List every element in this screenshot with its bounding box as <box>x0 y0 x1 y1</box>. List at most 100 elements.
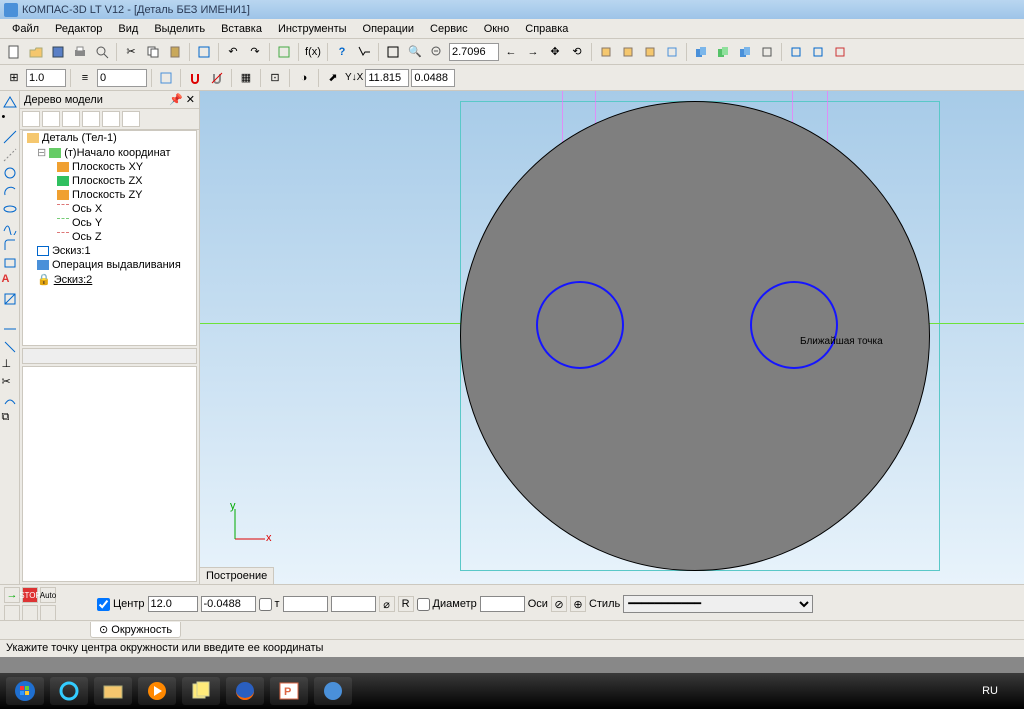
axes-off-icon[interactable]: ⊘ <box>551 596 567 612</box>
ie-icon[interactable] <box>50 677 88 705</box>
tree-scroll[interactable] <box>22 348 197 364</box>
aux-line-icon[interactable] <box>2 147 18 163</box>
preview-icon[interactable] <box>92 42 112 62</box>
context-help-icon[interactable] <box>354 42 374 62</box>
menu-file[interactable]: Файл <box>4 21 47 37</box>
t1-input[interactable] <box>283 596 328 612</box>
menu-edit[interactable]: Редактор <box>47 21 110 37</box>
t2-input[interactable] <box>331 596 376 612</box>
arc-icon[interactable] <box>2 183 18 199</box>
explorer-icon[interactable] <box>94 677 132 705</box>
tree-pin-icon[interactable]: 📌 <box>169 94 183 106</box>
style-select[interactable]: ━━━━━━━━━━━ <box>623 595 813 613</box>
ellipse-icon[interactable] <box>2 201 18 217</box>
snap-off-icon[interactable] <box>207 68 227 88</box>
cut-icon[interactable]: ✂ <box>121 42 141 62</box>
center-y-input[interactable] <box>201 596 256 612</box>
menu-help[interactable]: Справка <box>517 21 576 37</box>
tree-root[interactable]: Деталь (Тел-1) <box>42 132 117 144</box>
simplify-icon[interactable] <box>830 42 850 62</box>
zoom-input[interactable] <box>449 43 499 61</box>
print-icon[interactable] <box>70 42 90 62</box>
diam-check[interactable] <box>417 598 430 611</box>
geom-icon[interactable] <box>2 93 18 109</box>
start-icon[interactable] <box>6 677 44 705</box>
redo-icon[interactable]: ↷ <box>245 42 265 62</box>
offset-icon[interactable] <box>2 393 18 409</box>
stop-icon[interactable]: STOP <box>22 587 38 603</box>
notes-icon[interactable] <box>182 677 220 705</box>
paste-icon[interactable] <box>165 42 185 62</box>
zoom-in-icon[interactable]: 🔍 <box>405 42 425 62</box>
center-check[interactable] <box>97 598 110 611</box>
line-icon[interactable] <box>2 129 18 145</box>
view-cube1-icon[interactable] <box>596 42 616 62</box>
tree-close-icon[interactable]: ✕ <box>186 94 195 106</box>
view-wire-icon[interactable] <box>662 42 682 62</box>
vars-icon[interactable]: f(x) <box>303 42 323 62</box>
next-view-icon[interactable]: → <box>523 42 543 62</box>
step-input[interactable] <box>26 69 66 87</box>
mirror-icon[interactable]: ⧉ <box>2 411 18 427</box>
tree-sketch1[interactable]: Эскиз:1 <box>52 245 91 257</box>
constraint-icon[interactable]: ⊥ <box>2 357 18 373</box>
tree-extrude[interactable]: Операция выдавливания <box>52 259 181 271</box>
coord-y-input[interactable] <box>411 69 455 87</box>
tree-plane-xy[interactable]: Плоскость XY <box>72 161 143 173</box>
ortho-icon[interactable]: ⊞ <box>4 68 24 88</box>
pb3-icon[interactable] <box>40 605 56 621</box>
hatch-icon[interactable] <box>2 291 18 307</box>
diam-mode-icon[interactable]: ⌀ <box>379 596 395 612</box>
model-tree[interactable]: Деталь (Тел-1) ⊟(т)Начало координат Плос… <box>22 130 197 346</box>
viewport[interactable]: Ближайшая точка x y Построение <box>200 91 1024 584</box>
param-icon[interactable]: ⊡ <box>265 68 285 88</box>
style-input[interactable] <box>97 69 147 87</box>
menu-window[interactable]: Окно <box>476 21 518 37</box>
tree-sketch2[interactable]: Эскиз:2 <box>54 274 93 286</box>
fillet-icon[interactable] <box>2 237 18 253</box>
view-cube2-icon[interactable] <box>618 42 638 62</box>
rotate-icon[interactable]: ⟲ <box>567 42 587 62</box>
tree-axis-y[interactable]: Ось Y <box>72 217 102 229</box>
round-icon[interactable]: ◑ <box>294 68 314 88</box>
kompas-task-icon[interactable] <box>314 677 352 705</box>
wmp-icon[interactable] <box>138 677 176 705</box>
edit-icon[interactable] <box>2 339 18 355</box>
sketch-icon[interactable] <box>274 42 294 62</box>
local-cs-icon[interactable]: ⬈ <box>323 68 343 88</box>
auto-icon[interactable]: Auto <box>40 587 56 603</box>
tree-btn4-icon[interactable] <box>82 111 100 127</box>
section-icon[interactable] <box>786 42 806 62</box>
firefox-icon[interactable] <box>226 677 264 705</box>
prev-view-icon[interactable]: ← <box>501 42 521 62</box>
persp-icon[interactable] <box>757 42 777 62</box>
pb1-icon[interactable] <box>4 605 20 621</box>
tree-plane-zy[interactable]: Плоскость ZY <box>72 189 143 201</box>
dim-icon[interactable] <box>2 321 18 337</box>
shade3-icon[interactable] <box>735 42 755 62</box>
trim-icon[interactable]: ✂ <box>2 375 18 391</box>
t-check[interactable] <box>259 598 272 611</box>
tree-btn2-icon[interactable] <box>42 111 60 127</box>
axes-on-icon[interactable]: ⊕ <box>570 596 586 612</box>
powerpoint-icon[interactable]: P <box>270 677 308 705</box>
shade1-icon[interactable] <box>691 42 711 62</box>
tree-axis-z[interactable]: Ось Z <box>72 231 102 243</box>
menu-select[interactable]: Выделить <box>146 21 213 37</box>
coord-x-input[interactable] <box>365 69 409 87</box>
lang-indicator[interactable]: RU <box>982 685 1018 697</box>
menu-tools[interactable]: Инструменты <box>270 21 355 37</box>
menu-operations[interactable]: Операции <box>355 21 422 37</box>
props-icon[interactable] <box>194 42 214 62</box>
spline-icon[interactable] <box>2 219 18 235</box>
sketch-toggle-icon[interactable] <box>156 68 176 88</box>
pan-icon[interactable]: ✥ <box>545 42 565 62</box>
save-icon[interactable] <box>48 42 68 62</box>
menu-service[interactable]: Сервис <box>422 21 476 37</box>
menu-insert[interactable]: Вставка <box>213 21 270 37</box>
rect-icon[interactable] <box>2 255 18 271</box>
bottom-tab[interactable]: Построение <box>200 567 274 584</box>
help-icon[interactable]: ? <box>332 42 352 62</box>
grid-icon[interactable]: ▦ <box>236 68 256 88</box>
view-cube3-icon[interactable] <box>640 42 660 62</box>
